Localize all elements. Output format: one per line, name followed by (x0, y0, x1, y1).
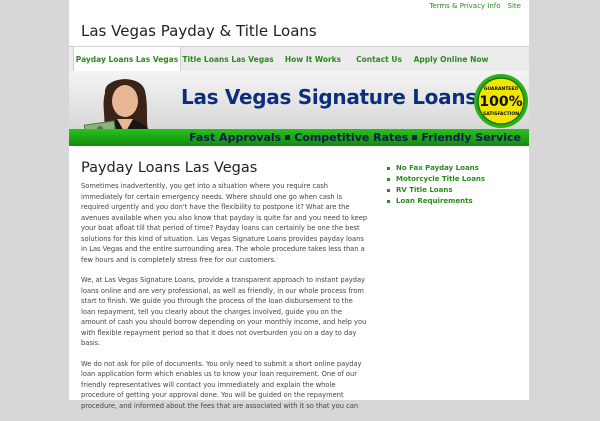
sidebar-item-label: Loan Requirements (396, 197, 473, 205)
sidebar-item-label: RV Title Loans (396, 186, 453, 194)
seal-top-text: GUARANTEED (484, 86, 519, 92)
seal-bottom-text: SATISFACTION (483, 111, 519, 117)
nav-title-loans[interactable]: Title Loans Las Vegas (181, 47, 275, 72)
page-title: Payday Loans Las Vegas (81, 160, 258, 176)
tagline-friendly-service: Friendly Service (421, 131, 521, 144)
content-paragraph: We, at Las Vegas Signature Loans, provid… (81, 276, 367, 347)
bullet-icon (387, 189, 390, 192)
satisfaction-seal-icon: GUARANTEED 100% SATISFACTION (474, 74, 528, 128)
sidebar-item-motorcycle-title-loans[interactable]: Motorcycle Title Loans (387, 174, 527, 185)
tagline-fast-approvals: Fast Approvals (189, 131, 282, 144)
banner-tagline-bar: Fast Approvals Competitive Rates Friendl… (69, 129, 529, 146)
site-title[interactable]: Las Vegas Payday & Title Loans (81, 22, 317, 40)
sidebar-item-rv-title-loans[interactable]: RV Title Loans (387, 185, 527, 196)
tagline-separator (412, 135, 418, 140)
header-banner: Las Vegas Signature Loans GUARANTEED 100… (69, 71, 529, 146)
sidebar-item-loan-requirements[interactable]: Loan Requirements (387, 196, 527, 207)
nav-how-it-works[interactable]: How It Works (277, 47, 349, 72)
seal-percent-text: 100% (479, 94, 522, 110)
bullet-icon (387, 178, 390, 181)
nav-payday-loans[interactable]: Payday Loans Las Vegas (73, 46, 181, 72)
main-content: Payday Loans Las Vegas Sometimes inadver… (81, 160, 369, 421)
page-container: Terms & Privacy Info Site Las Vegas Payd… (69, 0, 529, 410)
bullet-icon (387, 167, 390, 170)
nav-contact-us[interactable]: Contact Us (351, 47, 407, 72)
nav-apply-online[interactable]: Apply Online Now (409, 47, 493, 72)
content-paragraph: Sometimes inadvertently, you get into a … (81, 182, 368, 264)
sidebar-item-label: No Fax Payday Loans (396, 164, 479, 172)
sidebar-item-no-fax-payday-loans[interactable]: No Fax Payday Loans (387, 163, 527, 174)
banner-title: Las Vegas Signature Loans (181, 85, 477, 109)
bullet-icon (387, 200, 390, 203)
top-links: Terms & Privacy Info Site (429, 2, 521, 10)
content-paragraph: We do not ask for pile of documents. You… (81, 359, 362, 410)
sidebar-links: No Fax Payday Loans Motorcycle Title Loa… (387, 163, 527, 207)
terms-privacy-link[interactable]: Terms & Privacy Info (429, 2, 500, 10)
tagline-competitive-rates: Competitive Rates (294, 131, 409, 144)
tagline-separator (285, 135, 291, 140)
main-nav: Payday Loans Las Vegas Title Loans Las V… (69, 46, 529, 73)
sidebar-item-label: Motorcycle Title Loans (396, 175, 486, 183)
site-link[interactable]: Site (508, 2, 521, 10)
